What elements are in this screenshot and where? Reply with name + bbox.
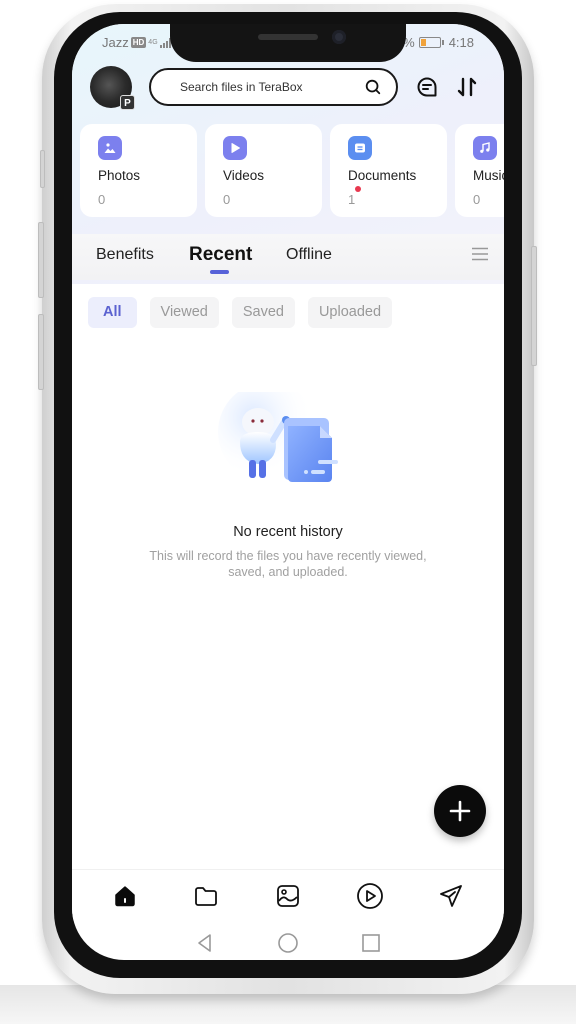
search-placeholder: Search files in TeraBox — [180, 80, 303, 94]
side-button-top — [40, 150, 45, 188]
battery-icon — [418, 37, 444, 48]
search-icon[interactable] — [364, 78, 382, 96]
music-icon — [473, 136, 497, 160]
menu-icon[interactable] — [472, 247, 488, 261]
category-count: 0 — [223, 192, 231, 207]
play-icon — [223, 136, 247, 160]
category-label: Photos — [98, 168, 141, 183]
screen: Jazz HD 4G % 4:18 P Search files in Tera… — [72, 24, 504, 960]
status-bar-left: Jazz HD 4G — [102, 35, 171, 50]
home-icon — [115, 885, 135, 906]
add-button[interactable] — [434, 785, 486, 837]
volume-down-button — [38, 314, 44, 390]
category-label: Music — [473, 168, 504, 183]
avatar[interactable]: P — [90, 66, 135, 110]
nav-home[interactable] — [103, 874, 147, 918]
recents-icon[interactable] — [361, 933, 381, 953]
system-navigation — [72, 926, 504, 960]
empty-state-title: No recent history — [233, 524, 343, 540]
empty-state-description: This will record the files you have rece… — [72, 548, 504, 580]
send-icon — [440, 884, 463, 907]
tab-bar: Benefits Recent Offline — [72, 234, 504, 280]
power-button — [531, 246, 537, 366]
filter-saved[interactable]: Saved — [231, 297, 295, 328]
category-music[interactable]: Music 0 — [455, 124, 504, 217]
image-icon — [277, 884, 299, 907]
filter-viewed[interactable]: Viewed — [149, 297, 219, 328]
message-icon[interactable] — [416, 76, 438, 98]
transfer-icon[interactable] — [456, 76, 478, 98]
category-videos[interactable]: Videos 0 — [205, 124, 322, 217]
nav-videos[interactable] — [348, 874, 392, 918]
home-circle-icon[interactable] — [277, 932, 299, 954]
category-photos[interactable]: Photos 0 — [80, 124, 197, 217]
category-count: 0 — [473, 192, 481, 207]
speaker — [258, 34, 318, 40]
document-icon — [348, 136, 372, 160]
device-mockup: Jazz HD 4G % 4:18 P Search files in Tera… — [0, 0, 576, 1024]
nav-photos[interactable] — [266, 874, 310, 918]
volume-up-button — [38, 222, 44, 298]
carrier-name: Jazz — [102, 35, 129, 50]
tab-offline[interactable]: Offline — [286, 246, 332, 264]
play-circle-icon — [356, 882, 383, 909]
photo-icon — [98, 136, 122, 160]
clock: 4:18 — [448, 35, 474, 50]
empty-state-description-line: saved, and uploaded. — [228, 565, 348, 579]
empty-state-description-line: This will record the files you have rece… — [149, 549, 427, 563]
bottom-navigation — [72, 869, 504, 921]
signal-icon — [159, 37, 171, 48]
nav-share[interactable] — [429, 874, 473, 918]
active-tab-indicator — [210, 270, 229, 274]
category-label: Videos — [223, 168, 265, 183]
document-stack — [284, 418, 338, 482]
status-bar-right: % 4:18 — [403, 35, 474, 50]
category-count: 0 — [98, 192, 106, 207]
filter-chips: All Viewed Saved Uploaded — [88, 297, 393, 328]
notification-dot — [355, 186, 361, 192]
plus-icon — [449, 800, 471, 822]
category-count: 1 — [348, 192, 356, 207]
back-icon[interactable] — [195, 933, 215, 953]
search-input[interactable]: Search files in TeraBox — [149, 68, 398, 106]
category-documents[interactable]: Documents 1 — [330, 124, 447, 217]
empty-state-illustration — [218, 392, 338, 482]
category-cards: Photos 0 Videos 0 Documents 1 Musi 0 — [80, 124, 504, 217]
category-label: Documents — [348, 168, 417, 183]
front-camera — [332, 30, 346, 44]
nav-files[interactable] — [184, 874, 228, 918]
tab-recent[interactable]: Recent — [189, 244, 252, 266]
hd-badge: HD — [130, 37, 147, 48]
premium-badge: P — [120, 95, 135, 110]
tab-benefits[interactable]: Benefits — [96, 246, 154, 264]
filter-all[interactable]: All — [88, 297, 137, 328]
folder-icon — [195, 886, 218, 906]
network-type: 4G — [148, 39, 158, 46]
filter-uploaded[interactable]: Uploaded — [307, 297, 393, 328]
notch — [170, 24, 406, 62]
